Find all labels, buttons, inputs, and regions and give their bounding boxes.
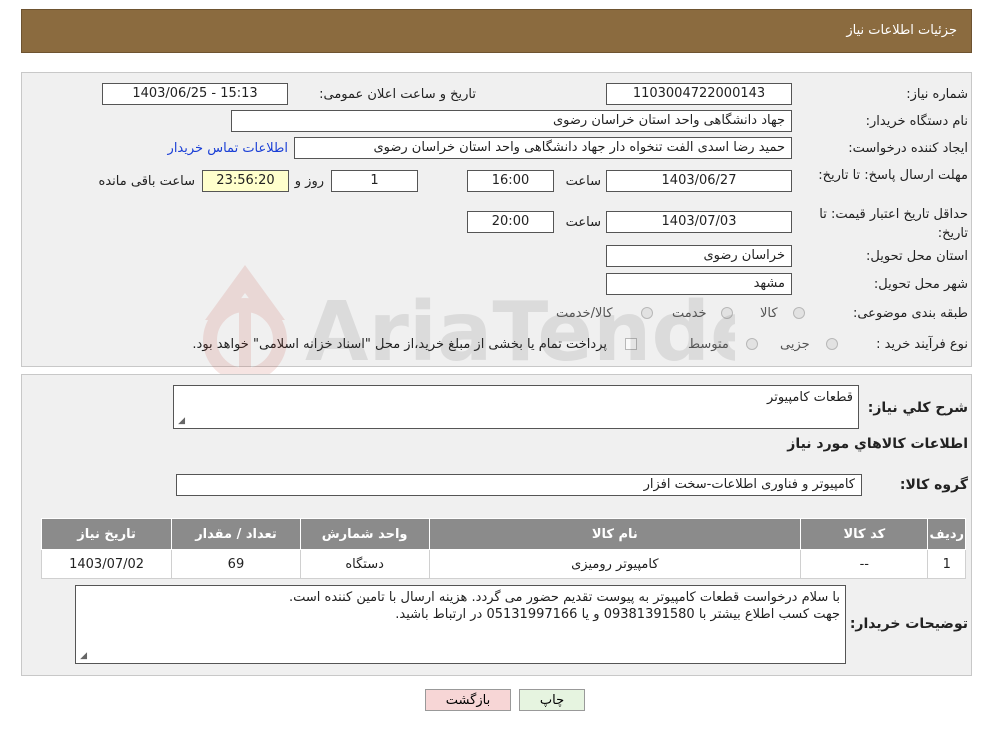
reply-date-field[interactable]: 1403/06/27: [606, 170, 792, 192]
reply-time-field[interactable]: 16:00: [467, 170, 554, 192]
price-validity-date-field[interactable]: 1403/07/03: [606, 211, 792, 233]
process-radio-medium[interactable]: [746, 338, 758, 350]
cell-row-number: 1: [927, 549, 966, 579]
resize-grip-icon[interactable]: ◢: [78, 652, 87, 661]
category-radio-service[interactable]: [721, 307, 733, 319]
goods-table-header: ردیف کد کالا نام کالا واحد شمارش تعداد /…: [40, 518, 966, 550]
need-number-field[interactable]: 1103004722000143: [606, 83, 792, 105]
general-desc-text: قطعات کامپیوتر: [767, 390, 853, 405]
category-label: طبقه بندی موضوعی:: [852, 306, 968, 321]
category-option-goods-service: کالا/خدمت: [556, 306, 613, 321]
province-field[interactable]: خراسان رضوی: [606, 245, 792, 267]
col-goods-name: نام کالا: [428, 518, 802, 550]
category-radio-goods[interactable]: [793, 307, 805, 319]
category-option-goods: کالا: [760, 306, 778, 321]
page-header: جزئیات اطلاعات نیاز: [21, 9, 972, 53]
back-button[interactable]: بازگشت: [425, 689, 511, 711]
col-need-date: تاریخ نیاز: [40, 518, 173, 550]
general-desc-label: شرح کلي نياز:: [867, 400, 968, 416]
payment-note: پرداخت تمام یا بخشی از مبلغ خرید،از محل …: [192, 337, 607, 352]
buyer-contact-link[interactable]: اطلاعات تماس خریدار: [168, 141, 288, 156]
buyer-notes-field[interactable]: با سلام درخواست قطعات کامپیوتر به پیوست …: [75, 585, 846, 664]
col-goods-code: کد کالا: [800, 518, 929, 550]
table-row: 1 -- کامپیوتر رومیزی دستگاه 69 1403/07/0…: [40, 549, 966, 579]
category-radio-goods-service[interactable]: [641, 307, 653, 319]
goods-group-field[interactable]: کامپیوتر و فناوری اطلاعات-سخت افزار: [176, 474, 862, 496]
price-validity-time-label: ساعت: [565, 215, 601, 230]
process-option-minor: جزیی: [780, 337, 810, 352]
price-validity-label: حداقل تاریخ اعتبار قیمت: تا تاریخ:: [819, 207, 968, 241]
cell-unit: دستگاه: [299, 549, 430, 579]
col-quantity: تعداد / مقدار: [171, 518, 301, 550]
goods-info-title: اطلاعات کالاهاي مورد نياز: [787, 436, 968, 452]
category-option-service: خدمت: [672, 306, 707, 321]
page-title: جزئیات اطلاعات نیاز: [846, 23, 957, 38]
resize-grip-icon[interactable]: ◢: [176, 417, 185, 426]
treasury-checkbox[interactable]: [625, 338, 637, 350]
city-label: شهر محل تحویل:: [873, 277, 968, 292]
cell-goods-code: --: [800, 549, 929, 579]
general-desc-field[interactable]: قطعات کامپیوتر ◢: [173, 385, 859, 429]
announce-date-field[interactable]: 1403/06/25 - 15:13: [102, 83, 288, 105]
goods-table: ردیف کد کالا نام کالا واحد شمارش تعداد /…: [40, 518, 966, 579]
requester-field[interactable]: حمید رضا اسدی الفت تنخواه دار جهاد دانشگ…: [294, 137, 792, 159]
days-remaining-field[interactable]: 1: [331, 170, 418, 192]
col-unit: واحد شمارش: [299, 518, 430, 550]
reply-deadline-label: مهلت ارسال پاسخ: تا تاریخ:: [818, 168, 968, 183]
col-row-number: ردیف: [927, 518, 966, 550]
city-field[interactable]: مشهد: [606, 273, 792, 295]
process-radio-minor[interactable]: [826, 338, 838, 350]
process-option-medium: متوسط: [688, 337, 729, 352]
buyer-notes-line-1: با سلام درخواست قطعات کامپیوتر به پیوست …: [288, 590, 840, 605]
need-number-label: شماره نیاز:: [906, 87, 968, 102]
reply-time-label: ساعت: [565, 174, 601, 189]
requester-label: ایجاد کننده درخواست:: [848, 141, 968, 156]
remaining-time-field: 23:56:20: [202, 170, 289, 192]
cell-need-date: 1403/07/02: [40, 549, 173, 579]
days-label: روز و: [294, 174, 324, 189]
print-button[interactable]: چاپ: [519, 689, 585, 711]
buyer-org-field[interactable]: جهاد دانشگاهی واحد استان خراسان رضوی: [231, 110, 792, 132]
goods-group-label: گروه کالا:: [899, 477, 968, 493]
province-label: استان محل تحویل:: [866, 249, 968, 264]
price-validity-time-field[interactable]: 20:00: [467, 211, 554, 233]
remaining-time-label: ساعت باقی مانده: [98, 174, 195, 189]
announce-date-label: تاریخ و ساعت اعلان عمومی:: [319, 87, 476, 102]
buyer-notes-label: توضیحات خریدار:: [849, 616, 968, 632]
buyer-notes-line-2: جهت کسب اطلاع بیشتر با 09381391580 و یا …: [395, 607, 840, 622]
cell-quantity: 69: [171, 549, 301, 579]
cell-goods-name: کامپیوتر رومیزی: [428, 549, 802, 579]
buyer-org-label: نام دستگاه خریدار:: [865, 114, 968, 129]
process-type-label: نوع فرآیند خرید :: [876, 337, 968, 352]
